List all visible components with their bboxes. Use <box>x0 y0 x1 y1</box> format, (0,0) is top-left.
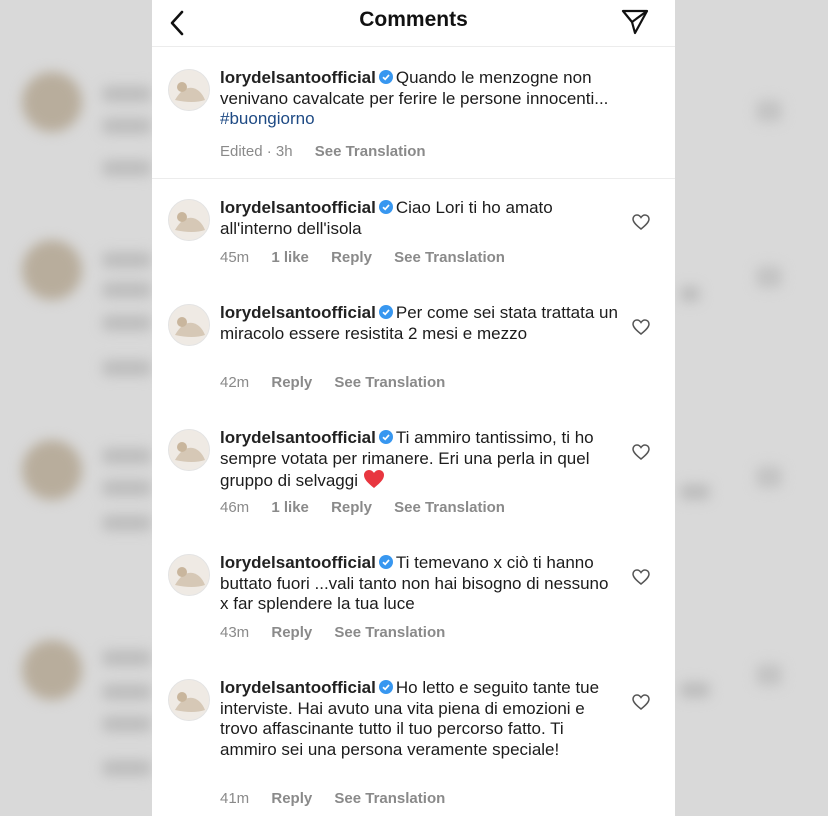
avatar-image-icon <box>169 555 209 595</box>
caption-hashtag[interactable]: #buongiorno <box>220 109 315 128</box>
avatar[interactable] <box>168 199 210 241</box>
comment-meta: 41m Reply See Translation <box>220 790 463 807</box>
verified-badge-icon <box>378 305 393 319</box>
verified-badge-icon <box>378 555 393 569</box>
comment-time: 41m <box>220 790 250 807</box>
send-icon[interactable] <box>620 8 650 36</box>
see-translation-button[interactable]: See Translation <box>334 790 445 807</box>
reply-button[interactable]: Reply <box>271 790 312 807</box>
comment-username[interactable]: lorydelsantoofficial <box>220 678 376 697</box>
comment-meta: 46m 1 like Reply See Translation <box>220 499 523 516</box>
comment-time: 43m <box>220 624 250 641</box>
header-bar: Comments <box>152 0 675 47</box>
like-heart-icon[interactable] <box>632 569 650 585</box>
avatar[interactable] <box>168 554 210 596</box>
comment-username[interactable]: lorydelsantoofficial <box>220 553 376 572</box>
likes-count[interactable]: 1 like <box>271 249 309 266</box>
comment-username[interactable]: lorydelsantoofficial <box>220 303 376 322</box>
reply-button[interactable]: Reply <box>271 374 312 391</box>
comment-username[interactable]: lorydelsantoofficial <box>220 198 376 217</box>
comment-time: 45m <box>220 249 250 266</box>
comment-time: 42m <box>220 374 250 391</box>
comment-text-block: lorydelsantoofficial Ti ammiro tantissimo… <box>220 428 620 492</box>
avatar[interactable] <box>168 69 210 111</box>
avatar[interactable] <box>168 304 210 346</box>
comment-username[interactable]: lorydelsantoofficial <box>220 428 376 447</box>
avatar-image-icon <box>169 680 209 720</box>
comment-text-block: lorydelsantoofficial Ciao Lori ti ho amat… <box>220 198 620 239</box>
like-heart-icon[interactable] <box>632 444 650 460</box>
avatar-image-icon <box>169 70 209 110</box>
see-translation-button[interactable]: See Translation <box>315 143 426 160</box>
like-heart-icon[interactable] <box>632 214 650 230</box>
comment-item: lorydelsantoofficial Ciao Lori ti ho amat… <box>152 180 675 285</box>
avatar[interactable] <box>168 679 210 721</box>
verified-badge-icon <box>378 70 393 84</box>
comment-meta: 45m 1 like Reply See Translation <box>220 249 523 266</box>
comment-text-block: lorydelsantoofficial Ho letto e seguito t… <box>220 678 620 760</box>
comment-meta: 43m Reply See Translation <box>220 624 463 641</box>
caption-time: Edited · 3h <box>220 143 293 160</box>
see-translation-button[interactable]: See Translation <box>334 374 445 391</box>
caption-username[interactable]: lorydelsantoofficial <box>220 68 376 87</box>
comment-text-block: lorydelsantoofficial Ti temevano x ciò ti… <box>220 553 620 615</box>
avatar-image-icon <box>169 430 209 470</box>
comment-meta: 42m Reply See Translation <box>220 374 463 391</box>
comment-item: lorydelsantoofficial Ti temevano x ciò ti… <box>152 535 675 660</box>
avatar-image-icon <box>169 200 209 240</box>
comment-item: lorydelsantoofficial Per come sei stata t… <box>152 285 675 410</box>
verified-badge-icon <box>378 200 393 214</box>
red-heart-emoji-icon <box>363 470 384 489</box>
verified-badge-icon <box>378 430 393 444</box>
verified-badge-icon <box>378 680 393 694</box>
page-title: Comments <box>359 8 468 31</box>
reply-button[interactable]: Reply <box>331 499 372 516</box>
comments-screen: Comments lorydelsantoofficial Quando le m… <box>152 0 675 816</box>
see-translation-button[interactable]: See Translation <box>334 624 445 641</box>
post-caption: lorydelsantoofficial Quando le menzogne n… <box>152 50 675 179</box>
comment-item: lorydelsantoofficial Ho letto e seguito t… <box>152 660 675 816</box>
reply-button[interactable]: Reply <box>331 249 372 266</box>
caption-meta: Edited · 3h See Translation <box>220 143 444 160</box>
caption-text-block: lorydelsantoofficial Quando le menzogne n… <box>220 68 620 130</box>
avatar-image-icon <box>169 305 209 345</box>
like-heart-icon[interactable] <box>632 694 650 710</box>
comment-time: 46m <box>220 499 250 516</box>
like-heart-icon[interactable] <box>632 319 650 335</box>
reply-button[interactable]: Reply <box>271 624 312 641</box>
comment-text-block: lorydelsantoofficial Per come sei stata t… <box>220 303 620 344</box>
see-translation-button[interactable]: See Translation <box>394 249 505 266</box>
comment-item: lorydelsantoofficial Ti ammiro tantissimo… <box>152 410 675 535</box>
likes-count[interactable]: 1 like <box>271 499 309 516</box>
see-translation-button[interactable]: See Translation <box>394 499 505 516</box>
avatar[interactable] <box>168 429 210 471</box>
